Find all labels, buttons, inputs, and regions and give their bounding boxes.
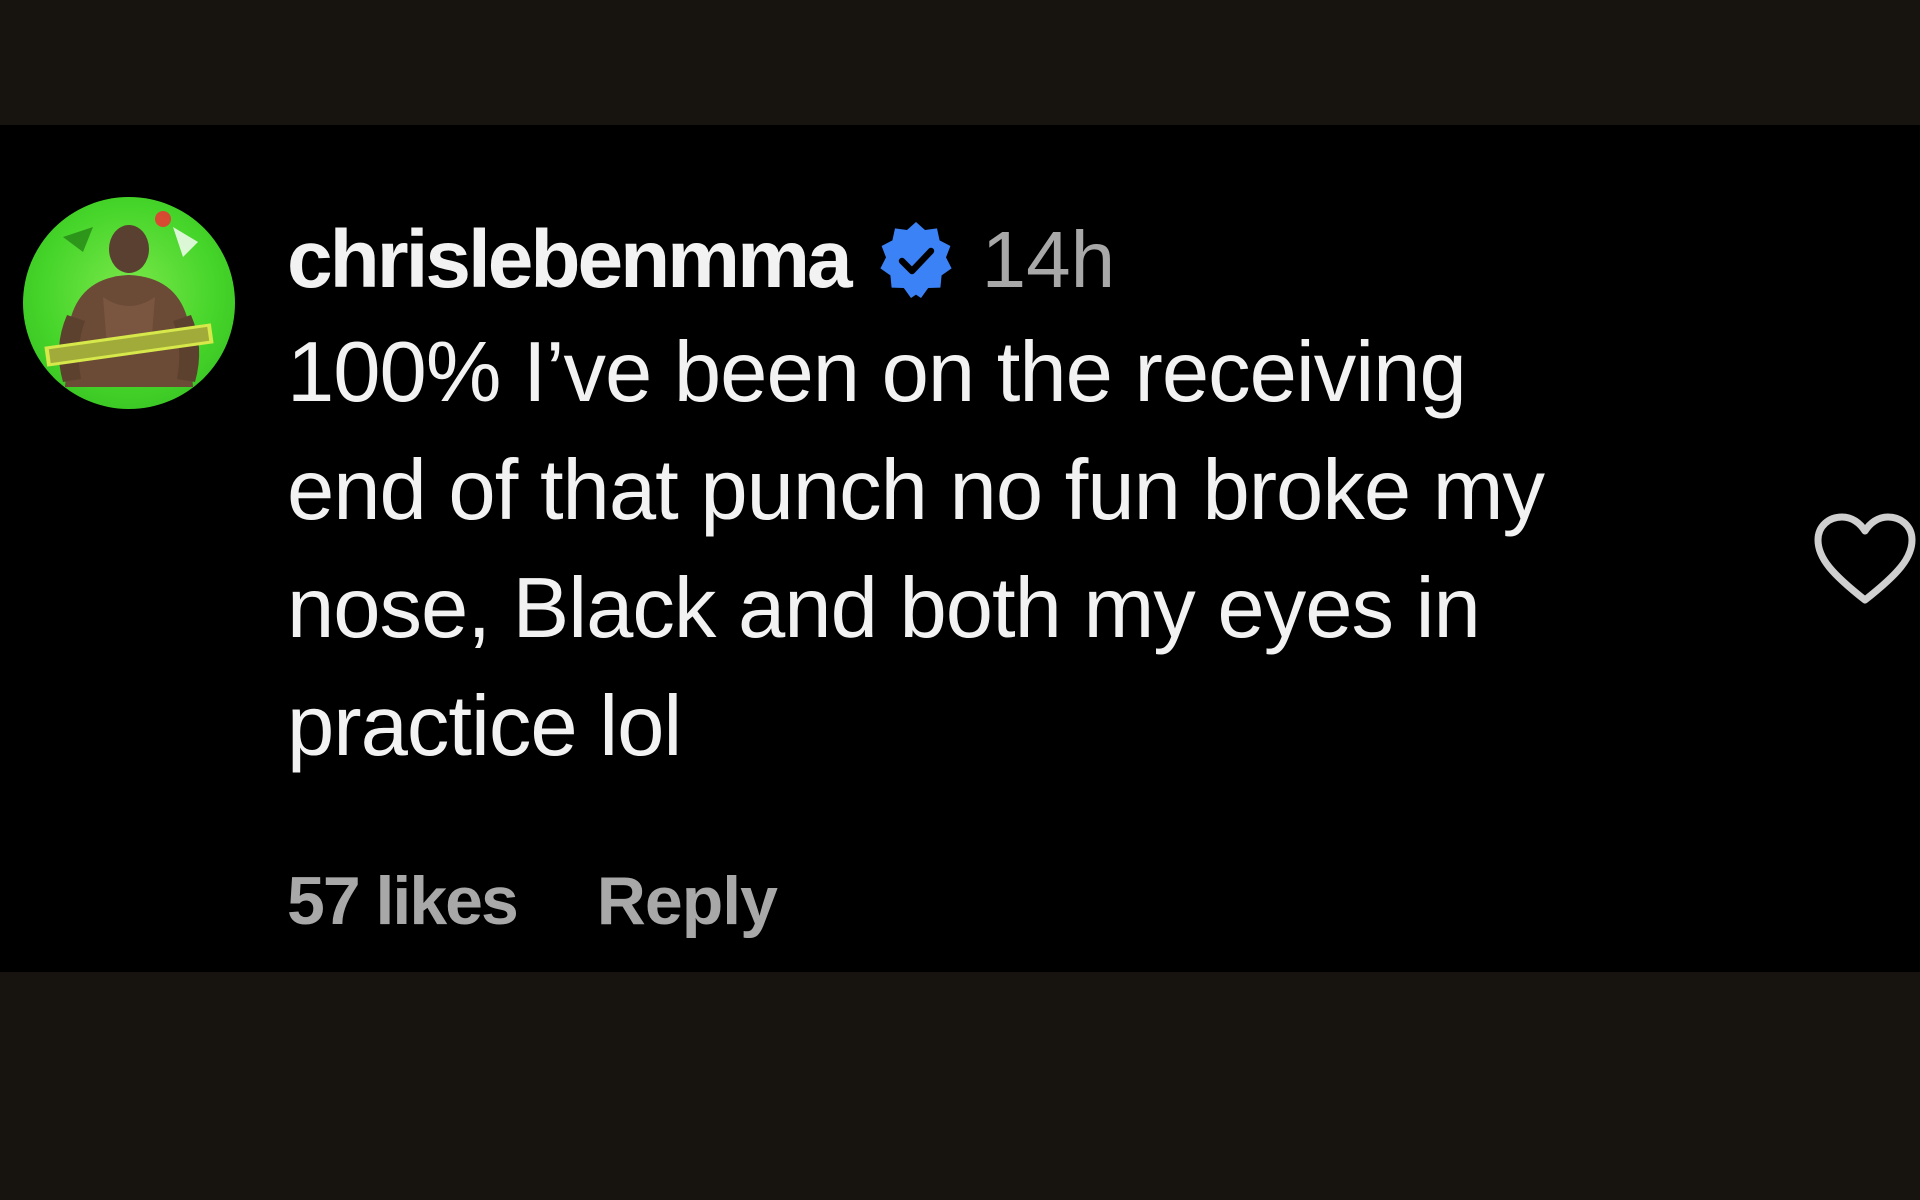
heart-outline-icon[interactable]	[1812, 512, 1918, 608]
comment-timestamp: 14h	[981, 215, 1116, 304]
avatar-image	[44, 211, 214, 387]
comment-text: 100% I’ve been on the receiving end of t…	[287, 325, 1545, 774]
likes-count[interactable]: 57 likes	[287, 862, 519, 940]
screenshot-frame: chrislebenmma 14h 100% I’ve been on the …	[0, 0, 1920, 1200]
profile-avatar[interactable]	[23, 197, 235, 409]
comment-body: chrislebenmma 14h 100% I’ve been on the …	[287, 212, 1757, 786]
comment-header: chrislebenmma 14h	[287, 212, 1757, 308]
reply-button[interactable]: Reply	[597, 862, 778, 940]
username-link[interactable]: chrislebenmma	[287, 219, 853, 301]
verified-badge-icon	[879, 222, 952, 298]
comment-actions: 57 likes Reply	[287, 862, 778, 940]
